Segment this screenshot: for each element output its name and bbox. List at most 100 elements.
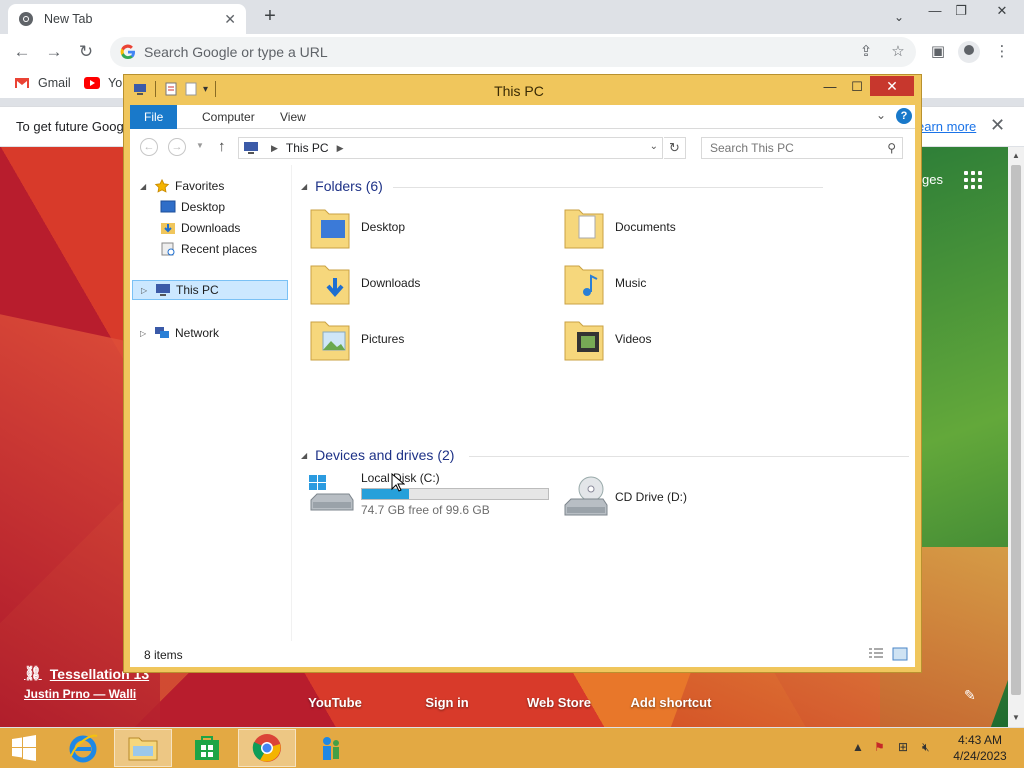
scroll-down-arrow-icon[interactable]: ▼ [1012, 713, 1020, 722]
folder-videos[interactable]: Videos [563, 313, 651, 365]
large-icons-view-icon[interactable] [892, 647, 908, 661]
taskbar-file-explorer[interactable] [114, 729, 172, 767]
nav-recent-places[interactable]: Recent places [160, 239, 257, 259]
desktop-icon [160, 200, 176, 213]
folder-downloads[interactable]: Downloads [309, 257, 420, 309]
back-button[interactable]: ← [140, 138, 158, 156]
search-input[interactable]: Search This PC ⚲ [701, 137, 903, 159]
collapse-arrow-icon[interactable]: ◢ [301, 182, 307, 191]
google-apps-icon[interactable] [964, 171, 982, 189]
customize-pencil-icon[interactable]: ✎ [964, 687, 976, 704]
address-field[interactable]: ▶ This PC ▶ ⌄ [238, 137, 663, 159]
taskbar: ▲ ⚑ ⊞ 🔇︎ 4:43 AM 4/24/2023 [0, 728, 1024, 768]
forward-arrow-icon[interactable]: → [42, 40, 66, 64]
breadcrumb-chevron-icon[interactable]: ▶ [337, 143, 344, 154]
up-arrow-icon[interactable]: ↑ [218, 138, 226, 155]
page-scrollbar[interactable]: ▲ ▼ [1008, 147, 1024, 727]
nav-favorites[interactable]: ◢ Favorites [140, 176, 224, 196]
group-header-folders[interactable]: ◢ Folders (6) [301, 178, 823, 194]
drive-name: Local Disk (C:) [361, 471, 440, 485]
tab-file[interactable]: File [130, 105, 178, 129]
taskbar-app[interactable] [300, 729, 362, 767]
omnibox[interactable]: Search Google or type a URL [110, 37, 916, 67]
theme-author-link[interactable]: Justin Prno — Walli [24, 687, 136, 701]
drive-local-disk-c[interactable]: Local Disk (C:) 74.7 GB free of 99.6 GB [307, 471, 549, 517]
refresh-icon[interactable]: ↻ [664, 137, 686, 159]
group-header-devices[interactable]: ◢ Devices and drives (2) [301, 447, 909, 463]
show-hidden-icons-icon[interactable]: ▲ [852, 740, 864, 754]
nav-network[interactable]: ▷ Network [140, 323, 219, 343]
tab-new-tab[interactable]: New Tab ✕ [8, 4, 246, 34]
explorer-close-button[interactable]: ✕ [870, 76, 914, 96]
taskbar-chrome[interactable] [238, 729, 296, 767]
start-button[interactable] [0, 729, 48, 767]
nav-desktop[interactable]: Desktop [160, 197, 225, 217]
learn-more-link[interactable]: earn more [917, 119, 976, 134]
folder-music[interactable]: Music [563, 257, 646, 309]
breadcrumb-chevron-icon[interactable]: ▶ [271, 143, 278, 154]
reload-icon[interactable]: ↻ [74, 40, 98, 64]
tab-close-icon[interactable]: ✕ [224, 11, 236, 28]
shortcut-label-sign-in[interactable]: Sign in [392, 695, 502, 710]
expand-ribbon-chevron-icon[interactable]: ⌄ [876, 108, 886, 122]
taskbar-store[interactable] [176, 729, 238, 767]
scrollbar-thumb[interactable] [1011, 165, 1021, 695]
shortcut-label-add-shortcut[interactable]: Add shortcut [616, 695, 726, 710]
content-pane: ◢ Folders (6) Desktop Documents Download… [293, 165, 915, 641]
back-arrow-icon[interactable]: ← [10, 40, 34, 64]
tab-view[interactable]: View [266, 105, 320, 129]
chrome-menu-icon[interactable]: ⋮ [990, 40, 1014, 64]
taskbar-internet-explorer[interactable] [52, 729, 114, 767]
link-icon: ⛓ [24, 665, 42, 681]
breadcrumb-this-pc[interactable]: This PC [286, 141, 329, 155]
address-dropdown-icon[interactable]: ⌄ [650, 141, 658, 152]
collapse-arrow-icon[interactable]: ◢ [140, 182, 150, 191]
hard-drive-icon [309, 475, 354, 511]
search-icon[interactable]: ⚲ [887, 141, 896, 155]
explorer-title-bar[interactable]: ▾ This PC — ☐ ✕ [124, 75, 921, 105]
network-tray-icon[interactable]: ⊞ [898, 740, 908, 754]
taskbar-clock[interactable]: 4:43 AM 4/24/2023 [940, 732, 1020, 764]
folder-pictures[interactable]: Pictures [309, 313, 404, 365]
omnibox-placeholder: Search Google or type a URL [144, 44, 328, 60]
help-icon[interactable]: ? [896, 108, 912, 124]
bookmark-star-icon[interactable]: ☆ [886, 40, 910, 64]
collapse-arrow-icon[interactable]: ◢ [301, 451, 307, 460]
group-title: Folders (6) [315, 178, 383, 194]
tab-computer[interactable]: Computer [188, 105, 269, 129]
explorer-maximize-button[interactable]: ☐ [844, 77, 870, 97]
shortcut-label-youtube[interactable]: YouTube [280, 695, 390, 710]
expand-arrow-icon[interactable]: ▷ [141, 286, 151, 295]
images-link[interactable]: ges [922, 172, 943, 187]
volume-muted-icon[interactable]: 🔇︎ [922, 740, 930, 755]
folder-desktop[interactable]: Desktop [309, 201, 405, 253]
bookmark-label: Gmail [38, 76, 71, 90]
details-view-icon[interactable] [868, 647, 884, 661]
shortcut-label-web-store[interactable]: Web Store [504, 695, 614, 710]
scroll-up-arrow-icon[interactable]: ▲ [1012, 151, 1020, 160]
expand-arrow-icon[interactable]: ▷ [140, 329, 150, 338]
bookmark-youtube[interactable]: Yo [84, 76, 122, 90]
side-panel-icon[interactable]: ▣ [926, 40, 950, 64]
google-g-icon [120, 44, 135, 60]
info-bar-close-icon[interactable]: ✕ [990, 115, 1005, 136]
drive-name: CD Drive (D:) [615, 490, 687, 504]
drive-cd-d[interactable]: CD Drive (D:) [561, 475, 687, 519]
info-bar-text: To get future Goog [16, 119, 124, 134]
nav-this-pc[interactable]: ▷ This PC [132, 280, 288, 300]
recent-locations-chevron-icon[interactable]: ▼ [196, 141, 204, 150]
action-center-flag-icon[interactable]: ⚑ [874, 740, 885, 754]
chrome-close-button[interactable]: ✕ [985, 0, 1019, 24]
tab-search-chevron-icon[interactable]: ⌄ [888, 6, 910, 28]
nav-downloads[interactable]: Downloads [160, 218, 240, 238]
folder-label: Downloads [361, 276, 421, 290]
forward-button[interactable]: → [168, 138, 186, 156]
new-tab-button[interactable]: + [258, 4, 282, 28]
share-icon[interactable]: ⇪ [854, 40, 878, 64]
explorer-minimize-button[interactable]: — [817, 77, 843, 97]
gmail-icon [15, 78, 29, 88]
bookmark-gmail[interactable]: Gmail [14, 76, 71, 90]
folder-documents[interactable]: Documents [563, 201, 676, 253]
profile-avatar-icon[interactable] [958, 41, 980, 63]
chrome-restore-button[interactable]: ❐ [944, 0, 978, 24]
